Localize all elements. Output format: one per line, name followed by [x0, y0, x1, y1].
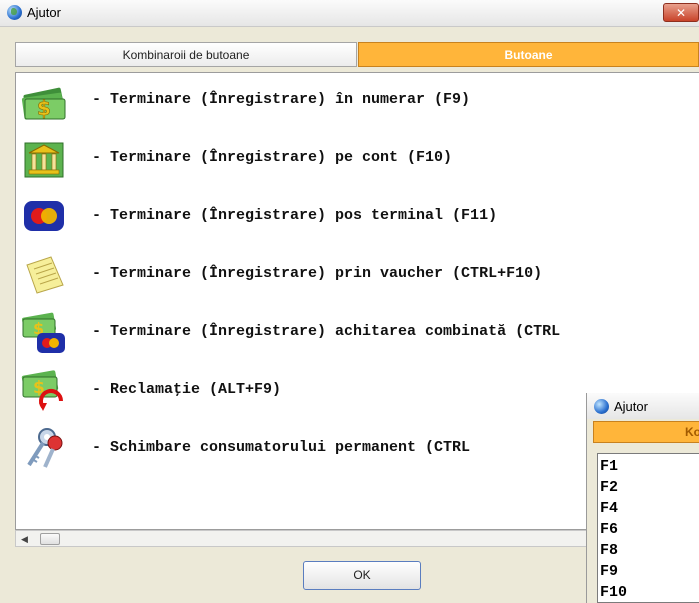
- refund-icon: $: [21, 370, 63, 411]
- help-globe-icon: [594, 399, 609, 414]
- list-item: F8: [600, 542, 619, 559]
- tab-strip: Kombinaroii de butoane Butoane: [0, 42, 699, 67]
- secondary-help-window: Ajutor Ko F1 F2 F4 F6 F8 F9 F10: [586, 393, 699, 603]
- scroll-thumb[interactable]: [40, 533, 60, 545]
- list-item: F4: [600, 500, 619, 517]
- card-icon: [24, 201, 64, 231]
- shortcut-text: - Terminare (Înregistrare) pos terminal …: [92, 207, 498, 224]
- secondary-window-title: Ajutor: [614, 399, 648, 414]
- help-globe-icon: [7, 5, 22, 20]
- list-item: F6: [600, 521, 619, 538]
- shortcut-text: - Terminare (Înregistrare) în numerar (F…: [92, 91, 471, 108]
- cash-icon: $: [21, 87, 66, 120]
- tab-buttons[interactable]: Butoane: [358, 42, 699, 67]
- list-item: F1: [600, 458, 619, 475]
- list-item: $ - Terminare (Înregistrare) în numerar …: [16, 73, 699, 125]
- combined-payment-icon: $: [21, 312, 65, 353]
- secondary-tab-label: Ko: [685, 425, 699, 439]
- close-button[interactable]: ✕: [663, 3, 699, 22]
- bank-icon: [24, 142, 64, 178]
- scroll-left-arrow-icon[interactable]: ◀: [21, 534, 28, 545]
- ok-button[interactable]: OK: [303, 561, 421, 590]
- list-item: $ - Terminare (Înregistrare) achitarea c…: [16, 305, 699, 357]
- shortcut-text: - Schimbare consumatorului permanent (CT…: [92, 439, 471, 456]
- list-item: F9: [600, 563, 619, 580]
- window-title: Ajutor: [27, 5, 61, 20]
- list-item: - Terminare (Înregistrare) pe cont (F10): [16, 131, 699, 183]
- secondary-title-bar[interactable]: Ajutor: [587, 393, 699, 419]
- keys-icon: [27, 428, 63, 468]
- shortcut-text: - Terminare (Înregistrare) prin vaucher …: [92, 265, 543, 282]
- voucher-icon: [26, 256, 64, 294]
- list-item: F2: [600, 479, 619, 496]
- list-item: - Terminare (Înregistrare) prin vaucher …: [16, 247, 699, 299]
- svg-text:$: $: [37, 96, 51, 120]
- shortcut-text: - Terminare (Înregistrare) achitarea com…: [92, 323, 561, 340]
- list-item: - Terminare (Înregistrare) pos terminal …: [16, 189, 699, 241]
- tab-button-combinations[interactable]: Kombinaroii de butoane: [15, 42, 357, 67]
- secondary-tab[interactable]: Ko: [593, 421, 699, 443]
- list-item: F10: [600, 584, 628, 601]
- shortcut-text: - Terminare (Înregistrare) pe cont (F10): [92, 149, 453, 166]
- title-bar[interactable]: Ajutor ✕: [0, 0, 699, 27]
- key-list: F1 F2 F4 F6 F8 F9 F10: [597, 453, 699, 603]
- shortcut-text: - Reclamaţie (ALT+F9): [92, 381, 282, 398]
